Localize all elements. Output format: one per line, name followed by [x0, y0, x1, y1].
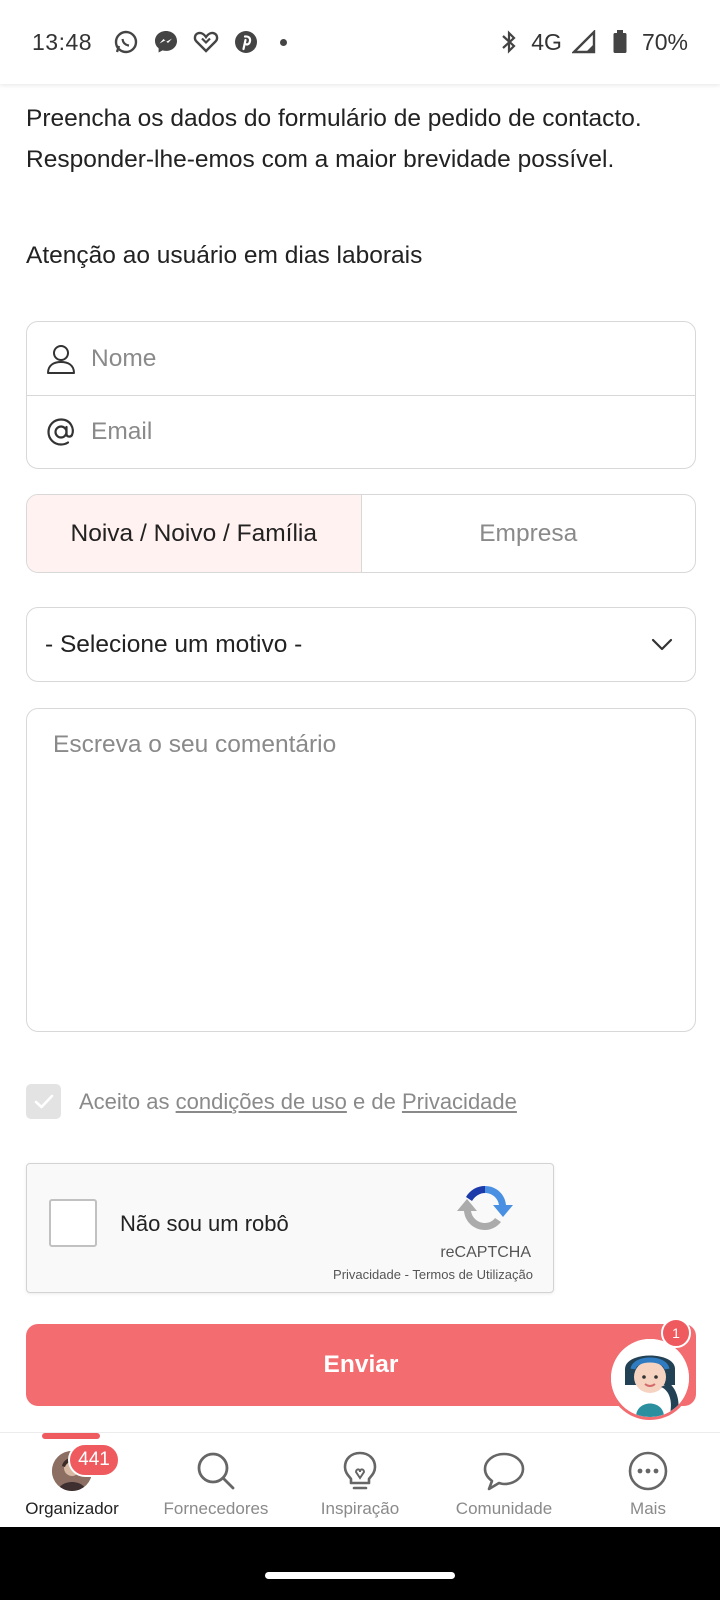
- lightbulb-icon: [338, 1449, 382, 1493]
- reason-select-value: - Selecione um motivo -: [45, 630, 303, 658]
- battery-level: 70%: [641, 28, 688, 55]
- heart-icon: [192, 28, 220, 56]
- whatsapp-icon: [112, 28, 140, 56]
- system-navigation-bar: [0, 1527, 720, 1600]
- email-placeholder: Email: [91, 418, 153, 445]
- recaptcha-brand: reCAPTCHA: [440, 1244, 531, 1261]
- user-icon: [45, 343, 77, 375]
- notification-icons: [112, 28, 288, 56]
- intro-text: Preencha os dados do formulário de pedid…: [26, 105, 642, 173]
- status-bar: 13:48 4G 70%: [0, 0, 720, 84]
- recaptcha-links-separator: -: [404, 1267, 409, 1282]
- active-tab-indicator: [42, 1433, 100, 1439]
- recaptcha-terms-link[interactable]: Termos de Utilização: [412, 1267, 533, 1282]
- recaptcha-links: Privacidade - Termos de Utilização: [333, 1267, 533, 1282]
- bottom-navigation: 441 Organizador Fornecedores Inspiração …: [0, 1432, 720, 1527]
- chat-bubble-icon: [482, 1449, 526, 1493]
- bluetooth-icon: [495, 28, 523, 56]
- privacy-link[interactable]: Privacidade: [402, 1089, 517, 1114]
- battery-icon: [606, 28, 634, 56]
- submit-button[interactable]: Enviar: [26, 1324, 696, 1406]
- terms-consent: Aceito as condições de uso e de Privacid…: [26, 1084, 517, 1119]
- assistant-illustration: [611, 1339, 689, 1417]
- nav-label-fornecedores: Fornecedores: [163, 1499, 269, 1518]
- attention-text: Atenção ao usuário em dias laborais: [26, 242, 423, 269]
- organizer-count-badge: 441: [68, 1443, 120, 1477]
- assistant-avatar-button[interactable]: [608, 1336, 692, 1420]
- segment-couple-family[interactable]: Noiva / Noivo / Família: [27, 495, 362, 572]
- comment-textarea[interactable]: Escreva o seu comentário: [26, 708, 696, 1032]
- nav-label-organizador: Organizador: [25, 1499, 119, 1518]
- recaptcha-label: Não sou um robô: [120, 1211, 289, 1236]
- recaptcha-logo-icon: [457, 1180, 513, 1236]
- terms-prefix: Aceito as: [79, 1088, 170, 1114]
- nav-item-organizador[interactable]: 441 Organizador: [0, 1433, 144, 1527]
- terms-text: Aceito as condições de uso e de Privacid…: [79, 1089, 517, 1115]
- contact-fields: Nome Email: [26, 321, 696, 469]
- home-gesture-handle[interactable]: [265, 1572, 455, 1579]
- recaptcha-checkbox[interactable]: [49, 1199, 97, 1247]
- recaptcha-widget: Não sou um robô reCAPTCHA Privacidade - …: [26, 1163, 554, 1293]
- terms-middle: e de: [352, 1088, 396, 1114]
- system-status: 4G 70%: [495, 28, 688, 56]
- nav-label-comunidade: Comunidade: [455, 1499, 553, 1518]
- chevron-down-icon: [649, 632, 675, 658]
- segment-company[interactable]: Empresa: [362, 495, 696, 572]
- signal-icon: [570, 28, 598, 56]
- nav-label-mais: Mais: [630, 1499, 666, 1518]
- nav-item-fornecedores[interactable]: Fornecedores: [144, 1433, 288, 1527]
- nav-item-comunidade[interactable]: Comunidade: [432, 1433, 576, 1527]
- reason-select[interactable]: - Selecione um motivo -: [26, 607, 696, 682]
- pinterest-icon: [232, 28, 260, 56]
- status-time: 13:48: [32, 28, 93, 55]
- nav-item-mais[interactable]: Mais: [576, 1433, 720, 1527]
- terms-of-use-link[interactable]: condições de uso: [176, 1089, 347, 1114]
- network-type: 4G: [531, 28, 562, 55]
- nav-label-inspiracao: Inspiração: [320, 1499, 400, 1518]
- name-placeholder: Nome: [91, 344, 157, 372]
- recaptcha-privacy-link[interactable]: Privacidade: [333, 1267, 401, 1282]
- more-notifications-dot: [280, 38, 288, 46]
- messenger-icon: [152, 28, 180, 56]
- name-field[interactable]: Nome: [27, 322, 695, 395]
- comment-placeholder: Escreva o seu comentário: [53, 731, 337, 758]
- at-sign-icon: [45, 416, 77, 448]
- assistant-notification-badge: 1: [661, 1318, 691, 1348]
- user-type-selector: Noiva / Noivo / Família Empresa: [26, 494, 696, 573]
- email-field[interactable]: Email: [27, 395, 695, 468]
- more-icon: [626, 1449, 670, 1493]
- search-icon: [194, 1449, 238, 1493]
- nav-item-inspiracao[interactable]: Inspiração: [288, 1433, 432, 1527]
- terms-checkbox[interactable]: [26, 1084, 61, 1119]
